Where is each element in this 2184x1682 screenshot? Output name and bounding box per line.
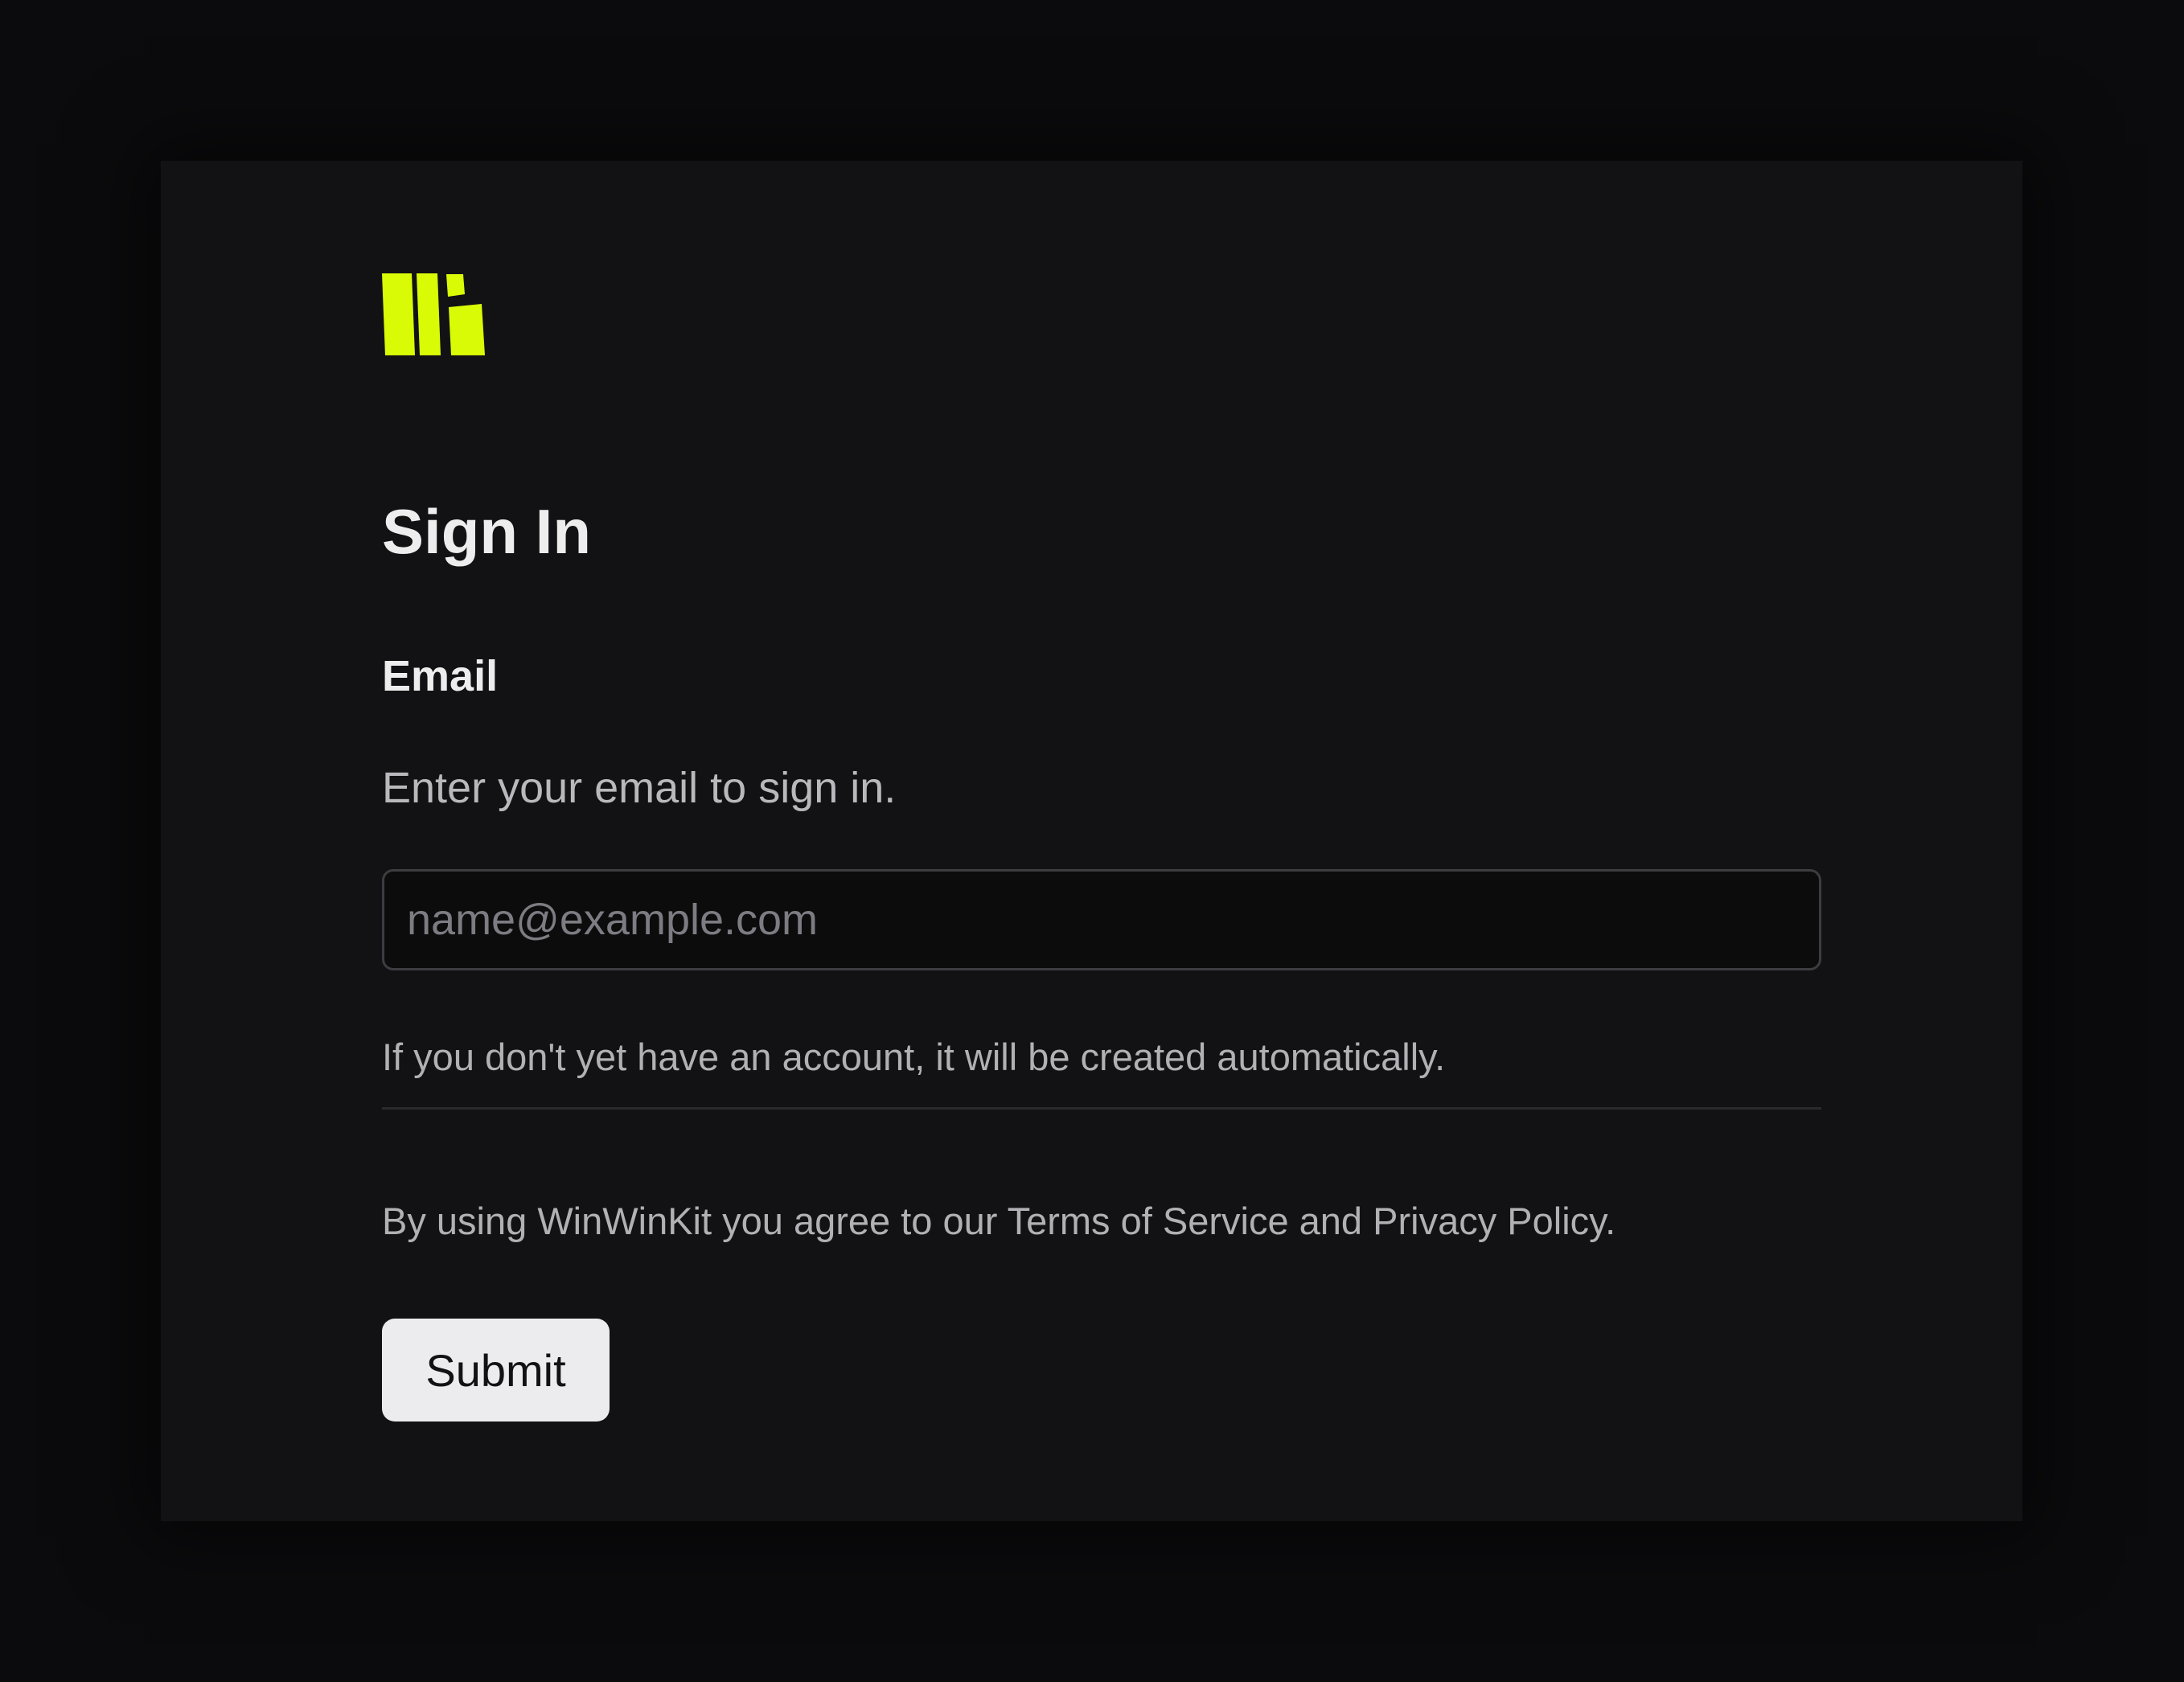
email-description: Enter your email to sign in. [382,764,897,812]
account-hint: If you don't yet have an account, it wil… [382,1036,1446,1078]
terms-notice: By using WinWinKit you agree to our Term… [382,1200,1616,1242]
divider [382,1107,1821,1110]
submit-button[interactable]: Submit [382,1319,610,1421]
winwinkit-logo-icon [382,273,485,355]
sign-in-card: Sign In Email Enter your email to sign i… [161,161,2022,1521]
page-title: Sign In [382,496,591,567]
email-input[interactable] [382,869,1821,970]
email-label: Email [382,652,499,700]
